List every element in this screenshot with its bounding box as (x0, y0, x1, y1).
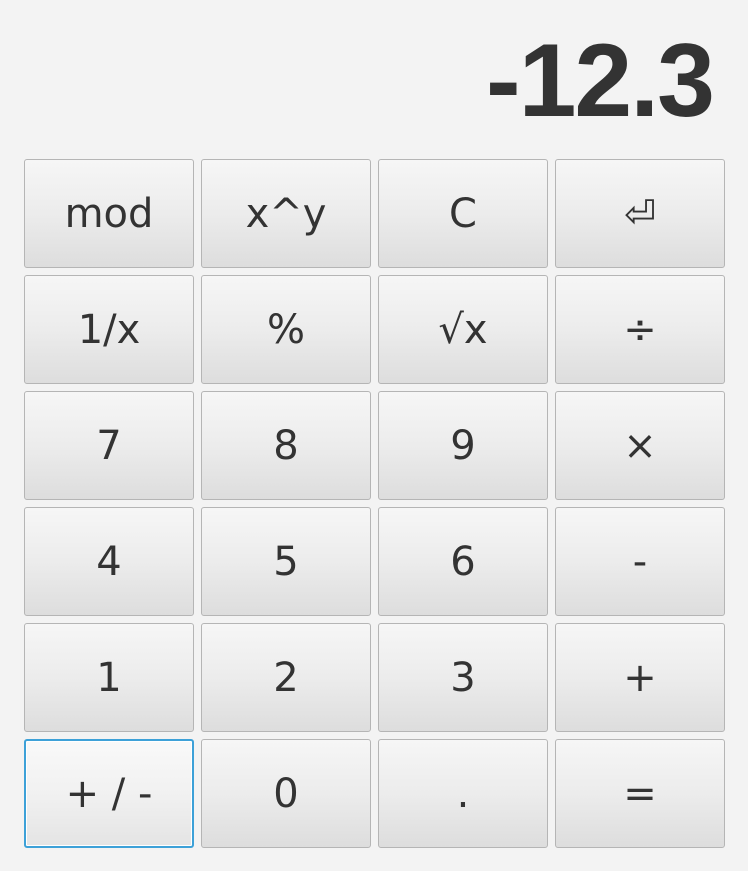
equals-label: = (623, 770, 657, 817)
digit-5-button[interactable]: 5 (201, 507, 371, 616)
power-label: x^y (245, 190, 327, 237)
display-panel: -12.3 (24, 20, 715, 142)
backspace-return-icon: ⏎ (624, 191, 656, 236)
add-button[interactable]: + (555, 623, 725, 732)
digit-8-label: 8 (273, 422, 299, 469)
digit-4-button[interactable]: 4 (24, 507, 194, 616)
multiply-label: × (623, 422, 657, 469)
equals-button[interactable]: = (555, 739, 725, 848)
mod-label: mod (64, 190, 154, 237)
clear-label: C (449, 190, 477, 237)
digit-3-button[interactable]: 3 (378, 623, 548, 732)
percent-button[interactable]: % (201, 275, 371, 384)
divide-button[interactable]: ÷ (555, 275, 725, 384)
sqrt-button[interactable]: √x (378, 275, 548, 384)
decimal-button[interactable]: . (378, 739, 548, 848)
digit-8-button[interactable]: 8 (201, 391, 371, 500)
power-button[interactable]: x^y (201, 159, 371, 268)
decimal-label: . (456, 770, 470, 817)
calculator-window: -12.3 mod x^y C ⏎ 1/x % √x ÷ 7 8 9 × 4 5… (0, 0, 748, 871)
digit-9-button[interactable]: 9 (378, 391, 548, 500)
keypad: mod x^y C ⏎ 1/x % √x ÷ 7 8 9 × 4 5 6 - 1… (24, 159, 725, 848)
clear-button[interactable]: C (378, 159, 548, 268)
display-value: -12.3 (485, 23, 715, 139)
digit-2-button[interactable]: 2 (201, 623, 371, 732)
add-label: + (623, 654, 657, 701)
digit-5-label: 5 (273, 538, 299, 585)
digit-6-button[interactable]: 6 (378, 507, 548, 616)
digit-3-label: 3 (450, 654, 476, 701)
digit-1-button[interactable]: 1 (24, 623, 194, 732)
sqrt-label: √x (438, 306, 488, 353)
backspace-button[interactable]: ⏎ (555, 159, 725, 268)
digit-1-label: 1 (96, 654, 122, 701)
digit-7-label: 7 (96, 422, 122, 469)
multiply-button[interactable]: × (555, 391, 725, 500)
reciprocal-button[interactable]: 1/x (24, 275, 194, 384)
divide-label: ÷ (623, 306, 657, 353)
digit-4-label: 4 (96, 538, 122, 585)
subtract-label: - (632, 538, 648, 585)
digit-6-label: 6 (450, 538, 476, 585)
mod-button[interactable]: mod (24, 159, 194, 268)
digit-7-button[interactable]: 7 (24, 391, 194, 500)
reciprocal-label: 1/x (77, 306, 141, 353)
subtract-button[interactable]: - (555, 507, 725, 616)
digit-2-label: 2 (273, 654, 299, 701)
digit-0-label: 0 (273, 770, 299, 817)
negate-button[interactable]: + / - (24, 739, 194, 848)
percent-label: % (266, 306, 305, 353)
digit-9-label: 9 (450, 422, 476, 469)
negate-label: + / - (65, 770, 153, 817)
digit-0-button[interactable]: 0 (201, 739, 371, 848)
